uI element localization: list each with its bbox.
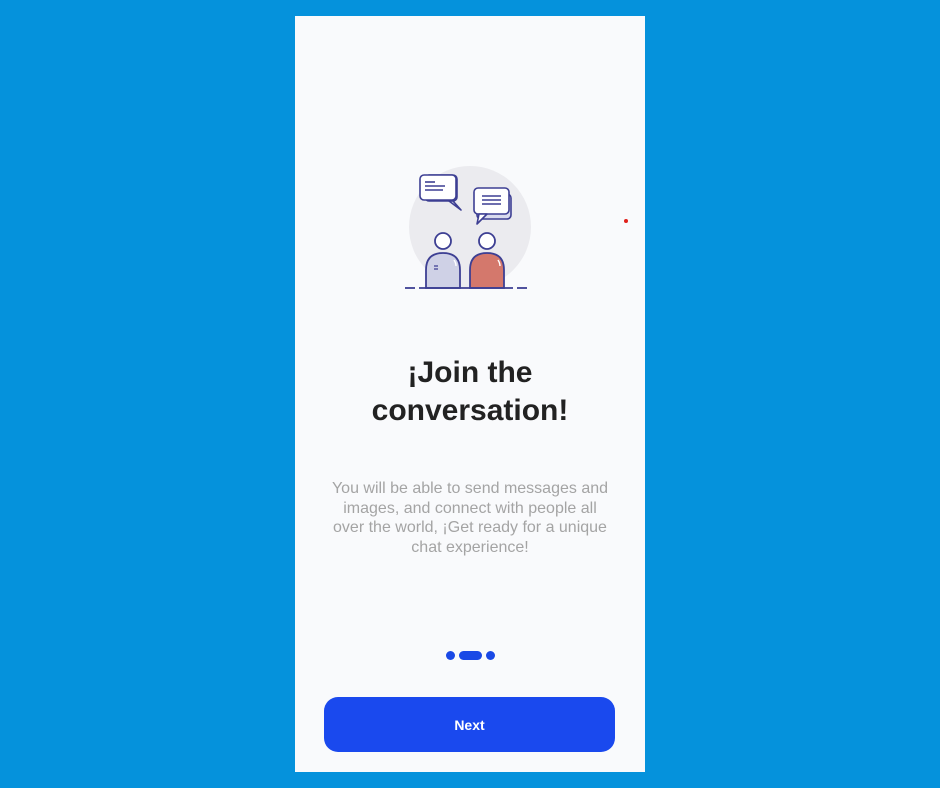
description-line: chat experience! bbox=[411, 538, 529, 556]
page-dot[interactable] bbox=[445, 650, 455, 660]
description-line: You will be able to send messages and bbox=[331, 480, 609, 497]
red-dot-marker bbox=[624, 219, 628, 223]
page-title: ¡Join the conversation! bbox=[295, 354, 645, 430]
title-line: ¡Join the bbox=[407, 356, 533, 389]
next-button[interactable]: Next bbox=[324, 697, 615, 752]
chat-illustration bbox=[405, 166, 531, 289]
page-dot[interactable] bbox=[485, 650, 495, 660]
page-indicator bbox=[295, 650, 645, 660]
description-line: over the world, ¡Get ready for a unique bbox=[333, 519, 607, 536]
title-line: conversation! bbox=[371, 394, 569, 427]
page-dot-active[interactable] bbox=[458, 650, 482, 660]
description-line: images, and connect with people all bbox=[343, 499, 597, 517]
app-screen: ¡Join the conversation! You will be able… bbox=[295, 16, 645, 772]
speech-bubble-right-icon bbox=[473, 187, 512, 225]
description-text: You will be able to send messages and im… bbox=[320, 479, 620, 557]
